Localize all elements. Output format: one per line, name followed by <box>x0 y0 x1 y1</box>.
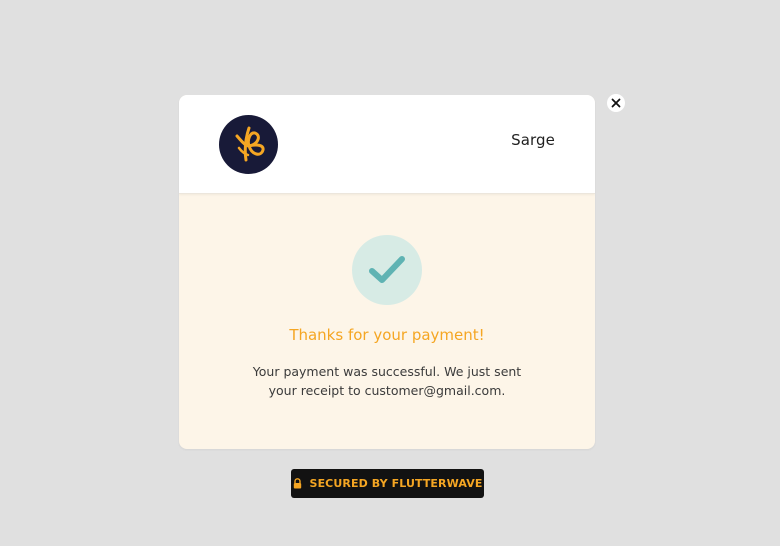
merchant-name: Sarge <box>511 131 555 149</box>
close-button[interactable] <box>607 94 625 112</box>
secured-label: SECURED BY FLUTTERWAVE <box>309 477 483 490</box>
checkmark-icon <box>369 256 405 283</box>
merchant-logo-icon <box>235 126 265 162</box>
lock-icon <box>293 478 301 489</box>
close-icon <box>611 98 621 108</box>
modal-header: Sarge <box>179 95 595 194</box>
merchant-logo <box>219 115 278 174</box>
success-badge <box>352 235 422 305</box>
success-title: Thanks for your payment! <box>289 326 485 344</box>
success-message: Your payment was successful. We just sen… <box>252 364 522 398</box>
secured-by-badge[interactable]: SECURED BY FLUTTERWAVE <box>291 469 484 498</box>
payment-modal: Sarge Thanks for your payment! Your paym… <box>179 95 595 449</box>
